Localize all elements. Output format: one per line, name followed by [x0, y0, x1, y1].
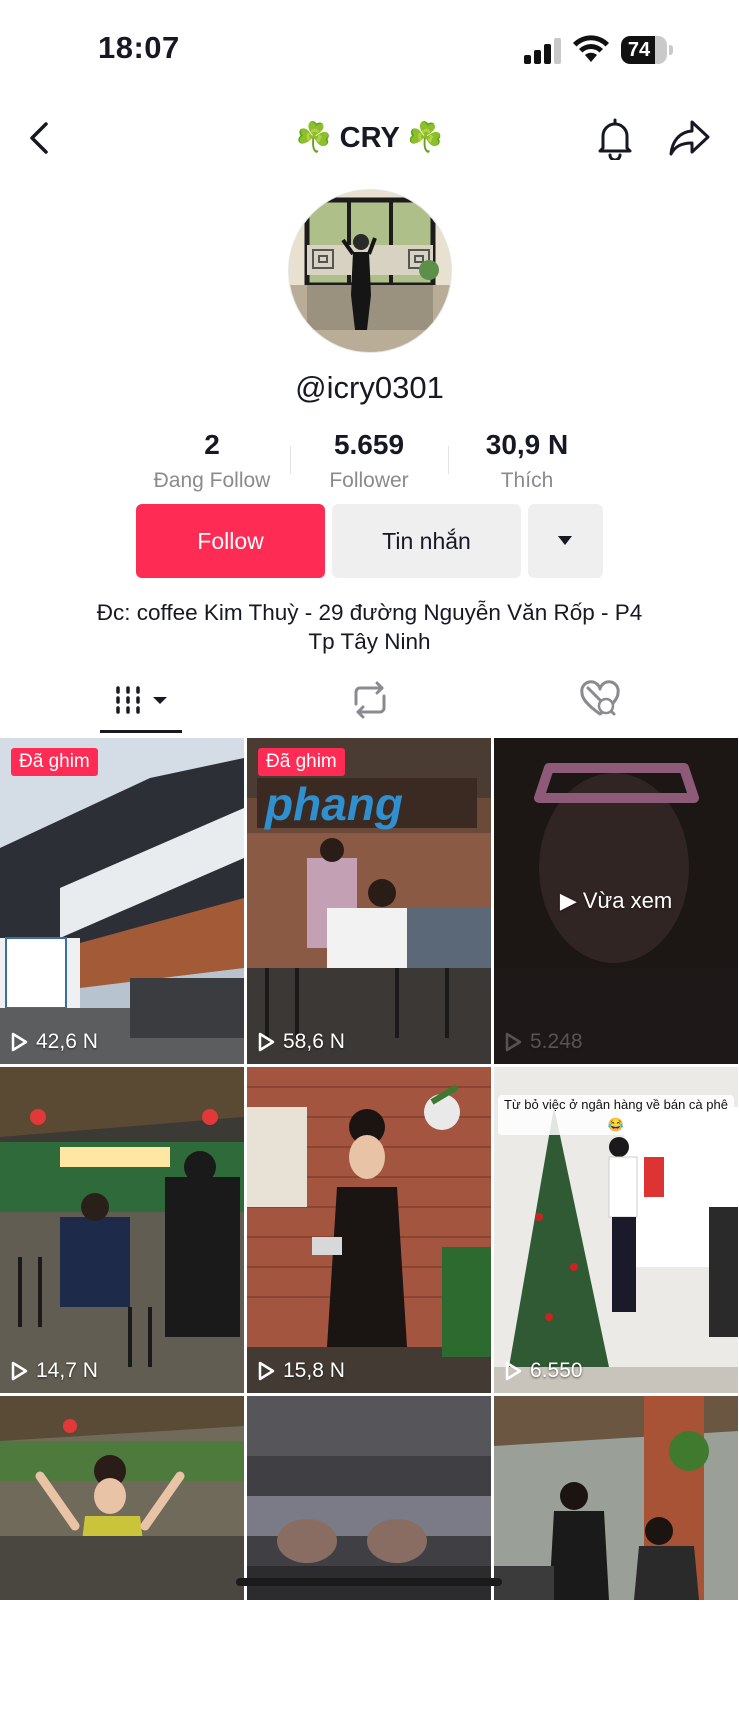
bio-line: Tp Tây Ninh [308, 629, 431, 654]
cellular-signal-icon [524, 38, 561, 64]
video-thumbnail[interactable]: ▶ Vừa xem 5.248 [494, 738, 738, 1064]
likes-stat[interactable]: 30,9 N Thích [447, 428, 607, 496]
play-outline-icon [505, 1032, 522, 1052]
bio-line: Đc: coffee Kim Thuỳ - 29 đường Nguyễn Vă… [96, 600, 643, 625]
video-thumbnail[interactable]: Đã ghim 42,6 N [0, 738, 244, 1064]
wifi-icon [573, 35, 609, 62]
view-count-text: 5.248 [530, 1030, 583, 1053]
recently-watched: ▶ Vừa xem [494, 887, 738, 915]
following-count: 2 [204, 429, 220, 460]
caret-down-icon [558, 536, 572, 545]
play-outline-icon [258, 1032, 275, 1052]
view-count: 58,6 N [257, 1028, 345, 1056]
tab-videos[interactable] [100, 676, 182, 724]
bell-icon[interactable] [595, 116, 635, 160]
battery-icon: 74 [621, 36, 673, 64]
play-icon: ▶ [559, 888, 583, 913]
video-thumbnail[interactable]: phang Đã ghim 58,6 N [247, 738, 491, 1064]
share-icon[interactable] [668, 118, 712, 158]
video-caption-overlay: Từ bỏ việc ở ngân hàng về bán cà phê 😂 [498, 1095, 734, 1135]
video-thumbnail[interactable] [494, 1396, 738, 1722]
message-button[interactable]: Tin nhắn [332, 504, 521, 578]
avatar[interactable] [288, 189, 452, 353]
grid-icon [116, 686, 167, 714]
view-count-text: 14,7 N [36, 1359, 98, 1382]
tab-reposts[interactable] [346, 676, 394, 724]
view-count: 6.550 [504, 1357, 583, 1385]
view-count: 5.248 [504, 1028, 583, 1056]
svg-text:phang: phang [263, 778, 403, 830]
profile-handle: @icry0301 [295, 370, 444, 405]
tab-liked-hidden[interactable] [576, 676, 624, 724]
view-count-text: 42,6 N [36, 1030, 98, 1053]
active-tab-indicator [100, 730, 182, 733]
followers-label: Follower [329, 469, 409, 492]
recently-watched-label: Vừa xem [582, 888, 673, 913]
play-outline-icon [258, 1361, 275, 1381]
view-count: 15,8 N [257, 1357, 345, 1385]
play-outline-icon [11, 1361, 28, 1381]
play-outline-icon [505, 1361, 522, 1381]
play-outline-icon [11, 1032, 28, 1052]
view-count: 14,7 N [10, 1357, 98, 1385]
battery-level: 74 [627, 39, 651, 61]
pinned-badge: Đã ghim [11, 748, 98, 776]
following-label: Đang Follow [153, 469, 271, 492]
view-count-text: 58,6 N [283, 1030, 345, 1053]
home-indicator [236, 1578, 502, 1586]
video-thumbnail[interactable]: Từ bỏ việc ở ngân hàng về bán cà phê 😂 6… [494, 1067, 738, 1393]
likes-label: Thích [500, 469, 554, 492]
video-thumbnail[interactable]: 14,7 N [0, 1067, 244, 1393]
following-stat[interactable]: 2 Đang Follow [132, 428, 292, 496]
suggested-accounts-button[interactable] [528, 504, 603, 578]
likes-count: 30,9 N [485, 429, 569, 460]
video-thumbnail[interactable]: 15,8 N [247, 1067, 491, 1393]
video-thumbnail[interactable] [247, 1396, 491, 1722]
view-count: 42,6 N [10, 1028, 98, 1056]
follow-button[interactable]: Follow [136, 504, 325, 578]
repost-icon [354, 681, 386, 719]
view-count-text: 6.550 [530, 1359, 583, 1382]
status-time: 18:07 [98, 30, 180, 65]
followers-stat[interactable]: 5.659 Follower [289, 428, 449, 496]
profile-bio: Đc: coffee Kim Thuỳ - 29 đường Nguyễn Vă… [30, 598, 709, 656]
view-count-text: 15,8 N [283, 1359, 345, 1382]
video-thumbnail[interactable] [0, 1396, 244, 1722]
followers-count: 5.659 [333, 429, 405, 460]
pinned-badge: Đã ghim [258, 748, 345, 776]
heart-hidden-icon [580, 680, 620, 716]
